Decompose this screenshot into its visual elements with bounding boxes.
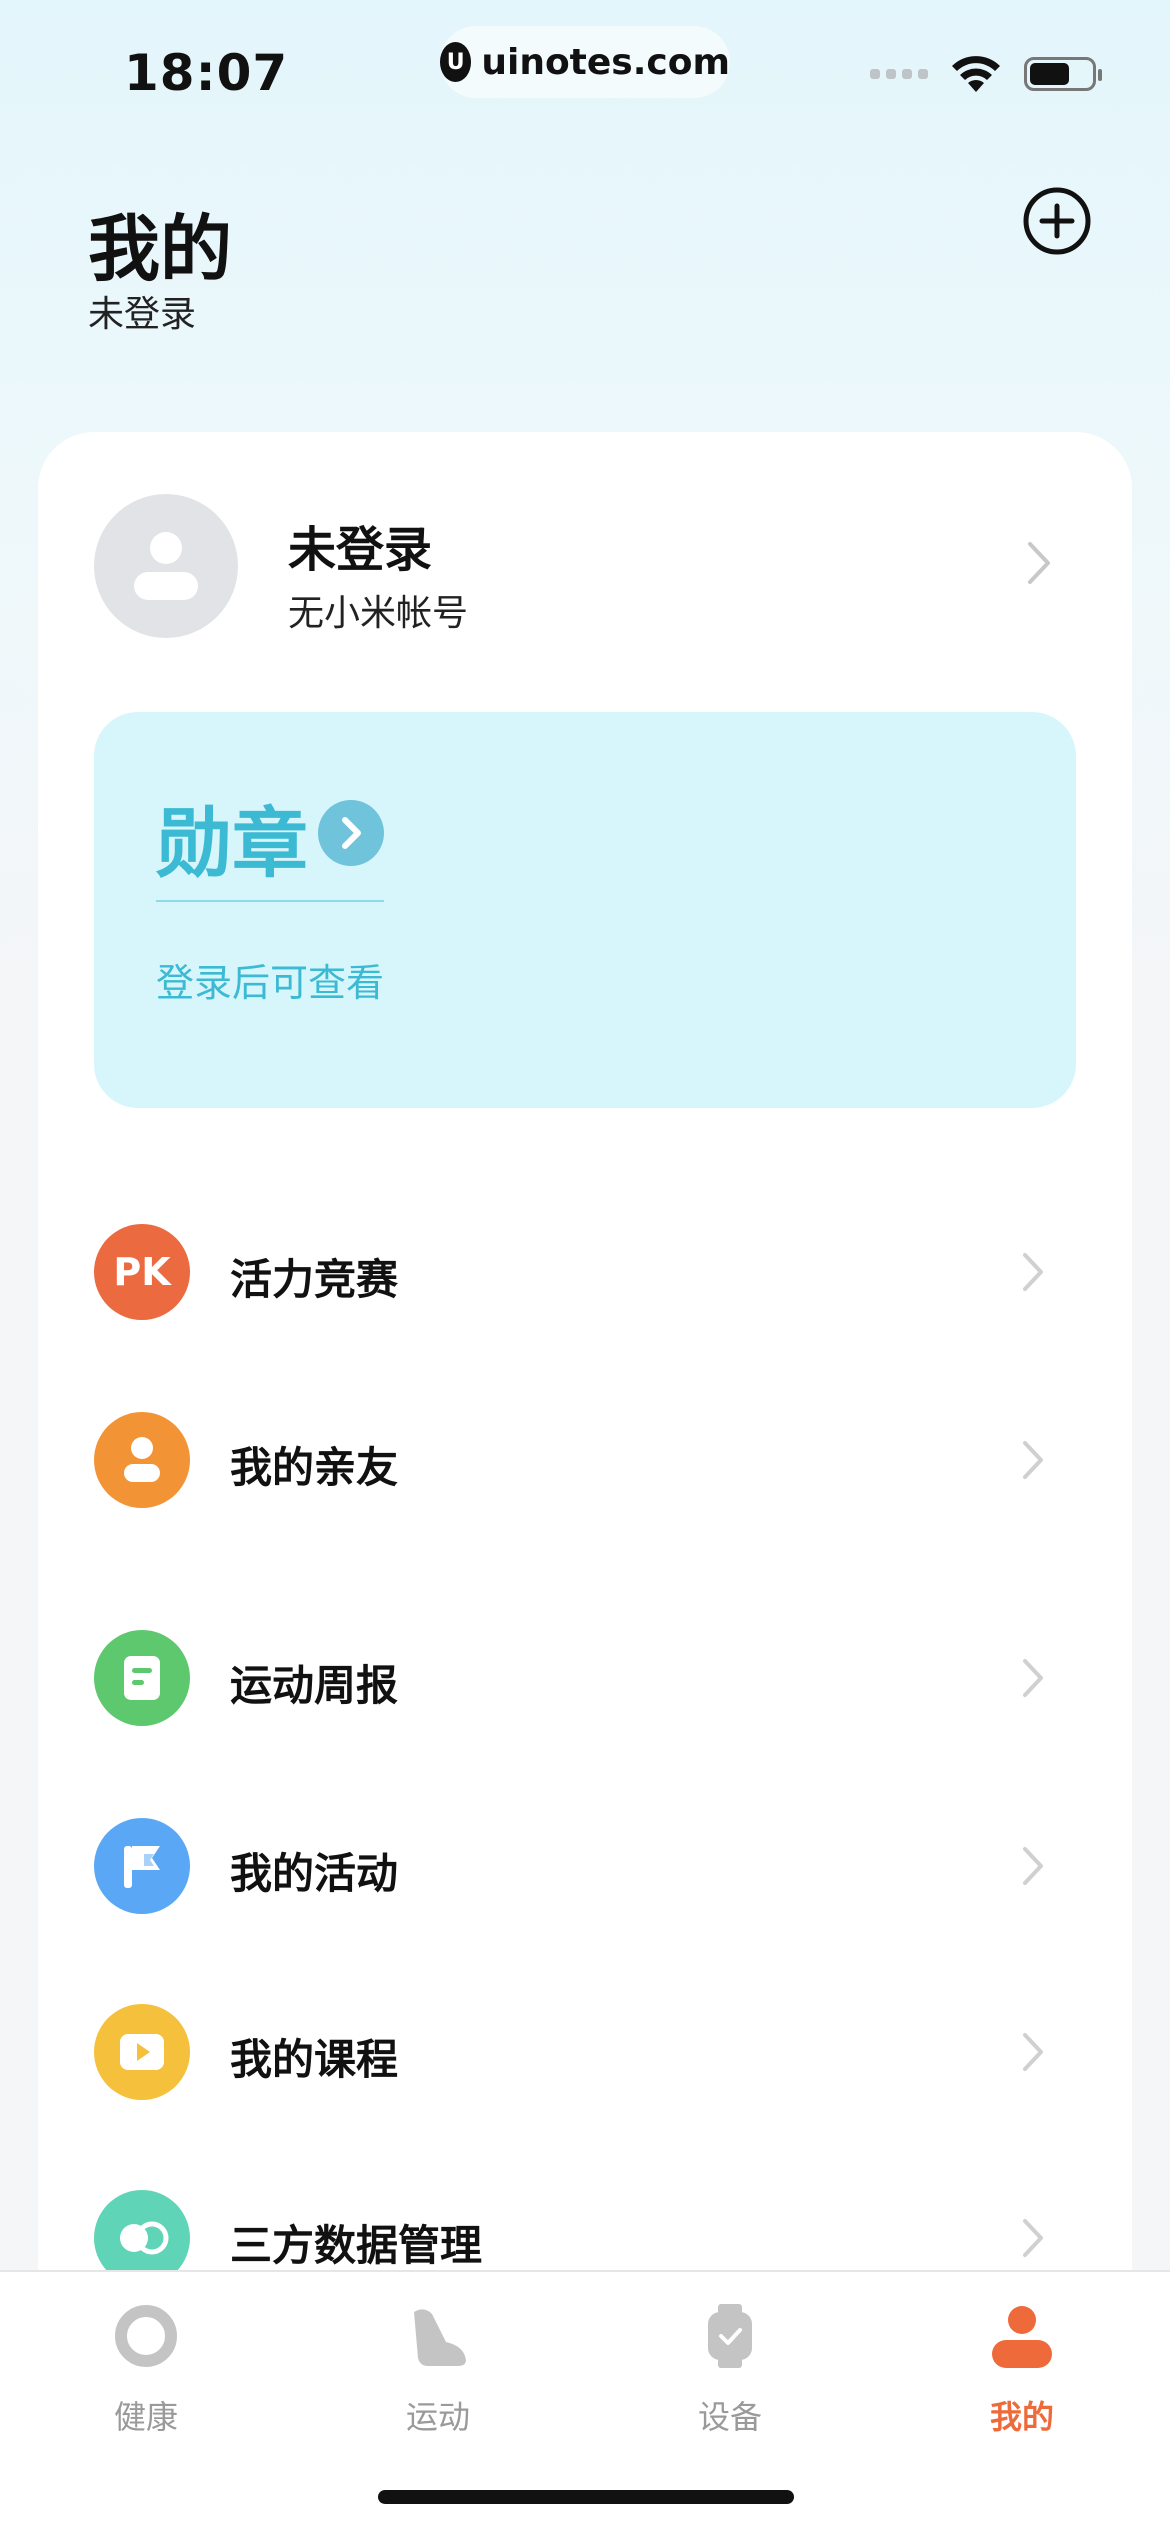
person-icon xyxy=(94,1412,190,1508)
chevron-right-icon xyxy=(1023,2033,1043,2071)
profile-name: 未登录 xyxy=(288,522,433,578)
profile-account: 无小米帐号 xyxy=(288,593,469,634)
menu-item-family-friends[interactable]: 我的亲友 xyxy=(94,1412,1074,1508)
plus-circle-icon[interactable] xyxy=(1022,186,1092,256)
tab-label: 设备 xyxy=(697,2398,762,2436)
battery-icon xyxy=(1024,57,1102,91)
menu-item-my-events[interactable]: 我的活动 xyxy=(94,1818,1074,1914)
person-icon xyxy=(992,2306,1052,2368)
chevron-right-icon xyxy=(1023,1441,1043,1479)
avatar-placeholder-icon xyxy=(134,532,198,600)
pk-icon-text: PK xyxy=(113,1250,171,1294)
status-indicators xyxy=(870,54,1102,94)
chevron-right-icon xyxy=(1023,2219,1043,2257)
badge-card[interactable]: 勋章 登录后可查看 xyxy=(94,712,1076,1108)
ring-icon xyxy=(115,2305,177,2367)
menu-item-label: 我的亲友 xyxy=(230,1443,399,1492)
tab-sport[interactable]: 运动 xyxy=(338,2302,538,2442)
wifi-icon xyxy=(952,56,1000,92)
home-indicator xyxy=(378,2490,794,2504)
flag-icon xyxy=(94,1818,190,1914)
tab-label: 运动 xyxy=(405,2398,470,2436)
url-pill[interactable]: U uinotes.com xyxy=(440,26,730,98)
pk-icon: PK xyxy=(94,1224,190,1320)
menu-item-activity-competition[interactable]: PK 活力竞赛 xyxy=(94,1224,1074,1320)
avatar xyxy=(94,494,238,638)
watch-icon xyxy=(708,2304,752,2368)
chevron-right-icon xyxy=(1023,1847,1043,1885)
badge-hint: 登录后可查看 xyxy=(156,961,385,1005)
badge-title: 勋章 xyxy=(156,799,308,888)
menu-item-my-courses[interactable]: 我的课程 xyxy=(94,2004,1074,2100)
profile-row[interactable]: 未登录 无小米帐号 xyxy=(94,494,1074,638)
tab-label: 我的 xyxy=(989,2398,1054,2436)
menu-item-label: 活力竞赛 xyxy=(230,1255,399,1304)
menu-item-label: 我的活动 xyxy=(230,1849,399,1898)
status-time: 18:07 xyxy=(124,44,289,102)
site-logo-icon: U xyxy=(440,42,472,82)
tab-device[interactable]: 设备 xyxy=(630,2302,830,2442)
play-icon xyxy=(94,2004,190,2100)
chevron-right-icon xyxy=(1023,1253,1043,1291)
menu-item-label: 运动周报 xyxy=(230,1661,399,1710)
cellular-signal-icon xyxy=(870,69,928,79)
shoe-icon xyxy=(414,2309,466,2366)
report-icon xyxy=(94,1630,190,1726)
divider xyxy=(156,900,384,902)
menu-item-label: 我的课程 xyxy=(230,2035,399,2084)
url-text: uinotes.com xyxy=(481,41,730,83)
page-title: 我的 xyxy=(88,207,233,291)
chevron-right-icon xyxy=(1028,542,1050,584)
tab-label: 健康 xyxy=(113,2398,178,2436)
tab-health[interactable]: 健康 xyxy=(46,2302,246,2442)
tab-mine[interactable]: 我的 xyxy=(922,2302,1122,2442)
chevron-right-circle-icon[interactable] xyxy=(318,800,384,866)
chevron-right-icon xyxy=(1023,1659,1043,1697)
page-subtitle: 未登录 xyxy=(88,294,197,335)
menu-item-label: 三方数据管理 xyxy=(230,2221,483,2270)
menu-item-weekly-report[interactable]: 运动周报 xyxy=(94,1630,1074,1726)
